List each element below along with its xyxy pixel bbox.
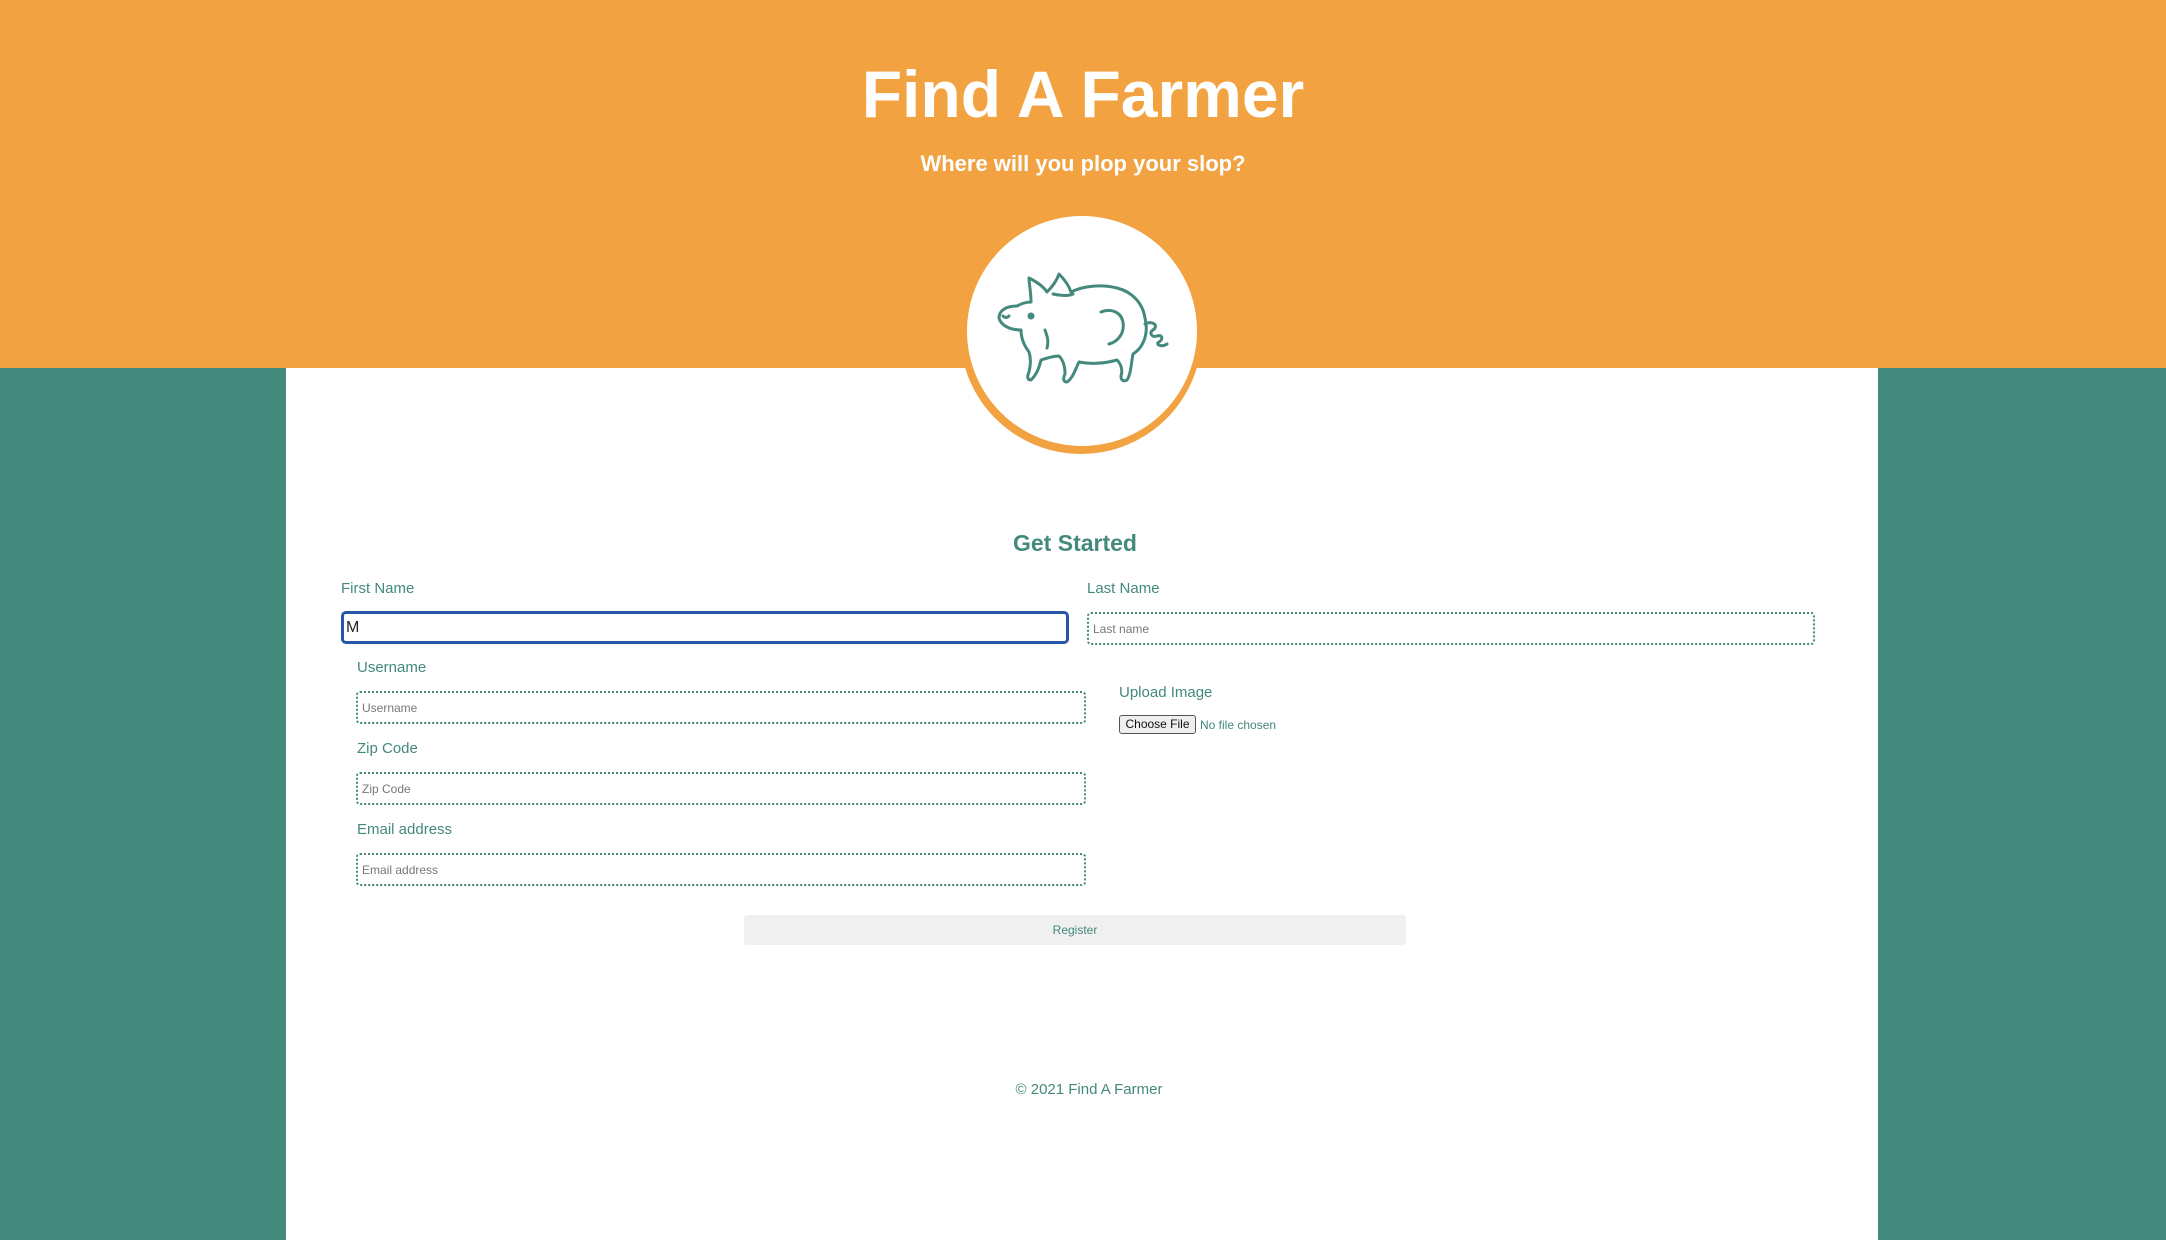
logo-badge — [967, 216, 1197, 446]
choose-file-button[interactable]: Choose File — [1119, 715, 1196, 734]
first-name-label: First Name — [341, 580, 415, 597]
file-status: No file chosen — [1200, 718, 1277, 732]
pig-icon — [997, 272, 1169, 384]
footer-copyright: © 2021 Find A Farmer — [1015, 1081, 1163, 1098]
form-title: Get Started — [1013, 530, 1137, 556]
last-name-label: Last Name — [1087, 580, 1160, 597]
last-name-field[interactable] — [1087, 612, 1815, 645]
site-tagline: Where will you plop your slop? — [920, 151, 1246, 176]
username-label: Username — [357, 659, 427, 676]
email-label: Email address — [357, 821, 453, 838]
first-name-field[interactable] — [341, 611, 1069, 644]
site-title: Find A Farmer — [861, 57, 1305, 131]
register-button[interactable]: Register — [744, 915, 1406, 945]
username-field[interactable] — [356, 691, 1086, 724]
email-field[interactable] — [356, 853, 1086, 886]
zip-code-field[interactable] — [356, 772, 1086, 805]
upload-image-label: Upload Image — [1119, 684, 1213, 701]
zip-code-label: Zip Code — [357, 740, 418, 757]
